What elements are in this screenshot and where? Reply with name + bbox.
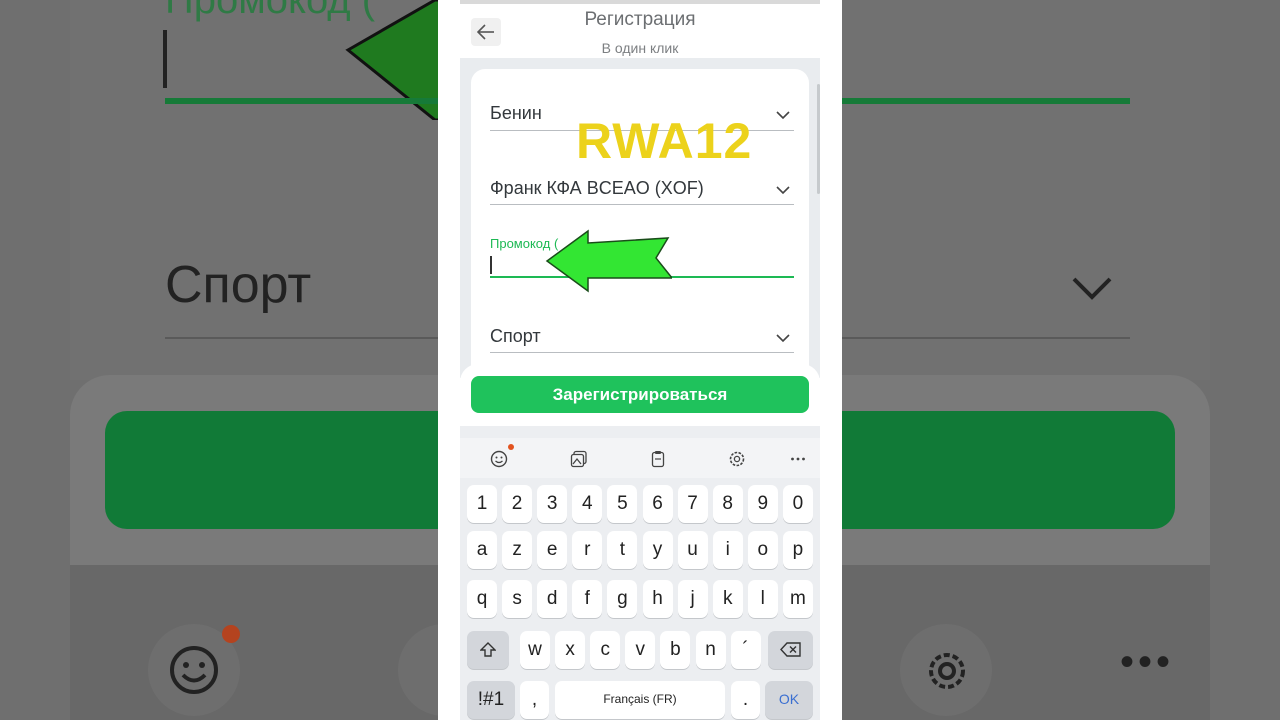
chevron-down-icon [776, 186, 790, 195]
key-y[interactable]: y [642, 531, 673, 569]
key-h[interactable]: h [642, 580, 673, 618]
emoji-icon [490, 450, 508, 468]
shift-key[interactable] [467, 631, 509, 669]
symbols-key[interactable]: !#1 [467, 681, 515, 719]
ok-key[interactable]: OK [765, 681, 813, 719]
key-u[interactable]: u [677, 531, 708, 569]
key-m[interactable]: m [782, 580, 813, 618]
promo-code-overlay: RWA12 [576, 113, 753, 169]
page-title: Регистрация [584, 9, 696, 30]
key-k[interactable]: k [712, 580, 743, 618]
page-subtitle: В один клик [601, 40, 679, 56]
key-n[interactable]: n [695, 631, 726, 669]
key-o[interactable]: o [747, 531, 778, 569]
text-caret [490, 256, 492, 274]
key-7[interactable]: 7 [677, 485, 708, 523]
backspace-key[interactable] [768, 631, 813, 669]
bg-more-icon: ••• [1120, 640, 1175, 684]
sticker-button[interactable] [566, 446, 592, 472]
key-f[interactable]: f [572, 580, 603, 618]
key-9[interactable]: 9 [747, 485, 778, 523]
phone-screen: Регистрация В один клик Бенин Франк КФА … [438, 0, 842, 720]
key-1[interactable]: 1 [467, 485, 497, 523]
arrow-left-icon [545, 229, 672, 293]
more-icon [791, 457, 805, 461]
key-a[interactable]: a [467, 531, 497, 569]
key-z[interactable]: z [502, 531, 533, 569]
backspace-icon [779, 642, 801, 657]
key-8[interactable]: 8 [712, 485, 743, 523]
key-x[interactable]: x [555, 631, 586, 669]
comma-key[interactable]: , [520, 681, 549, 719]
space-key[interactable]: Français (FR) [555, 681, 725, 719]
country-value: Бенин [490, 103, 542, 123]
register-button[interactable]: Зарегистрироваться [471, 376, 809, 413]
key-i[interactable]: i [712, 531, 743, 569]
key-w[interactable]: w [520, 631, 550, 669]
key-g[interactable]: g [607, 580, 638, 618]
key-5[interactable]: 5 [607, 485, 638, 523]
key-v[interactable]: v [625, 631, 656, 669]
scrollbar[interactable] [817, 84, 820, 194]
key-q[interactable]: q [467, 580, 497, 618]
clipboard-icon [651, 451, 665, 468]
bg-chevron-down-icon [1072, 277, 1112, 300]
emoji-button[interactable] [486, 446, 512, 472]
key-0[interactable]: 0 [782, 485, 813, 523]
key-3[interactable]: 3 [537, 485, 568, 523]
key-c[interactable]: c [590, 631, 621, 669]
chevron-down-icon [776, 111, 790, 120]
key-l[interactable]: l [747, 580, 778, 618]
bonus-value: Спорт [490, 326, 541, 346]
currency-value: Франк КФА BCEAO (XOF) [490, 178, 704, 198]
key-s[interactable]: s [502, 580, 533, 618]
key-d[interactable]: d [537, 580, 568, 618]
key-b[interactable]: b [660, 631, 691, 669]
bg-emoji-icon [170, 646, 218, 694]
chevron-down-icon [776, 334, 790, 343]
period-key[interactable]: . [731, 681, 760, 719]
bg-notification-dot [222, 625, 240, 643]
key-4[interactable]: 4 [572, 485, 603, 523]
keyboard-toolbar [460, 438, 820, 478]
bg-sport-text: Спорт [165, 256, 312, 314]
status-bar-edge [460, 0, 820, 4]
bg-gear-icon [929, 653, 965, 689]
more-button[interactable] [785, 446, 811, 472]
key-2[interactable]: 2 [502, 485, 533, 523]
bonus-select[interactable]: Спорт [490, 318, 794, 353]
currency-select[interactable]: Франк КФА BCEAO (XOF) [490, 170, 794, 205]
key-t[interactable]: t [607, 531, 638, 569]
sticker-icon [570, 450, 587, 468]
key-6[interactable]: 6 [642, 485, 673, 523]
bg-text-caret [163, 30, 167, 88]
key-j[interactable]: j [677, 580, 708, 618]
keyboard-settings-button[interactable] [724, 446, 750, 472]
key-e[interactable]: e [537, 531, 568, 569]
key-r[interactable]: r [572, 531, 603, 569]
shift-icon [479, 642, 497, 657]
key-accent[interactable]: ´ [730, 631, 761, 669]
clipboard-button[interactable] [645, 446, 671, 472]
gear-icon [729, 451, 745, 467]
notification-dot [508, 444, 514, 450]
key-p[interactable]: p [782, 531, 813, 569]
